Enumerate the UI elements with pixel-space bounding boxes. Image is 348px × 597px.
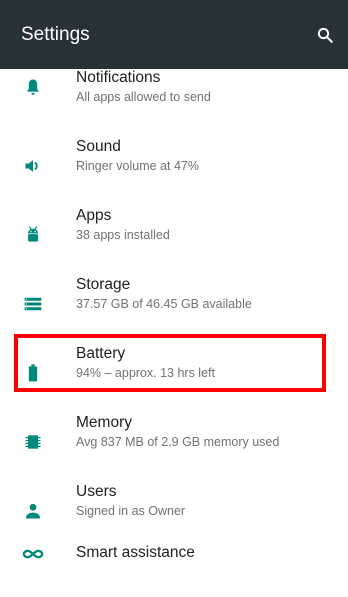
setting-item-battery[interactable]: Battery 94% – approx. 13 hrs left: [0, 336, 348, 405]
setting-title: Users: [76, 483, 117, 500]
infinity-icon: [22, 543, 44, 565]
setting-title: Smart assistance: [76, 544, 195, 561]
setting-item-storage[interactable]: Storage 37.57 GB of 46.45 GB available: [0, 267, 348, 336]
setting-item-apps[interactable]: Apps 38 apps installed: [0, 198, 348, 267]
setting-summary: 94% – approx. 13 hrs left: [76, 366, 215, 380]
setting-item-smart-assistance[interactable]: Smart assistance: [0, 543, 348, 597]
setting-summary: All apps allowed to send: [76, 90, 211, 104]
setting-title: Storage: [76, 276, 131, 293]
battery-icon: [22, 362, 44, 384]
setting-item-users[interactable]: Users Signed in as Owner: [0, 474, 348, 543]
setting-item-notifications[interactable]: Notifications All apps allowed to send: [0, 60, 348, 129]
memory-icon: [22, 431, 44, 453]
setting-title: Memory: [76, 414, 132, 431]
search-button[interactable]: [308, 18, 342, 52]
setting-title: Sound: [76, 138, 121, 155]
setting-title: Notifications: [76, 69, 161, 86]
android-icon: [22, 224, 44, 246]
volume-icon: [22, 155, 44, 177]
setting-summary: 37.57 GB of 46.45 GB available: [76, 297, 252, 311]
app-bar: Settings: [0, 0, 348, 69]
setting-item-memory[interactable]: Memory Avg 837 MB of 2.9 GB memory used: [0, 405, 348, 474]
setting-title: Apps: [76, 207, 112, 224]
setting-title: Battery: [76, 345, 126, 362]
setting-item-sound[interactable]: Sound Ringer volume at 47%: [0, 129, 348, 198]
person-icon: [22, 500, 44, 522]
settings-screen: Settings Notifications All apps allowed …: [0, 0, 348, 597]
storage-icon: [22, 293, 44, 315]
setting-summary: Signed in as Owner: [76, 504, 186, 518]
search-icon: [317, 27, 333, 43]
bell-icon: [22, 76, 44, 98]
page-title: Settings: [21, 24, 90, 45]
setting-summary: 38 apps installed: [76, 228, 170, 242]
setting-summary: Ringer volume at 47%: [76, 159, 199, 173]
setting-summary: Avg 837 MB of 2.9 GB memory used: [76, 435, 280, 449]
